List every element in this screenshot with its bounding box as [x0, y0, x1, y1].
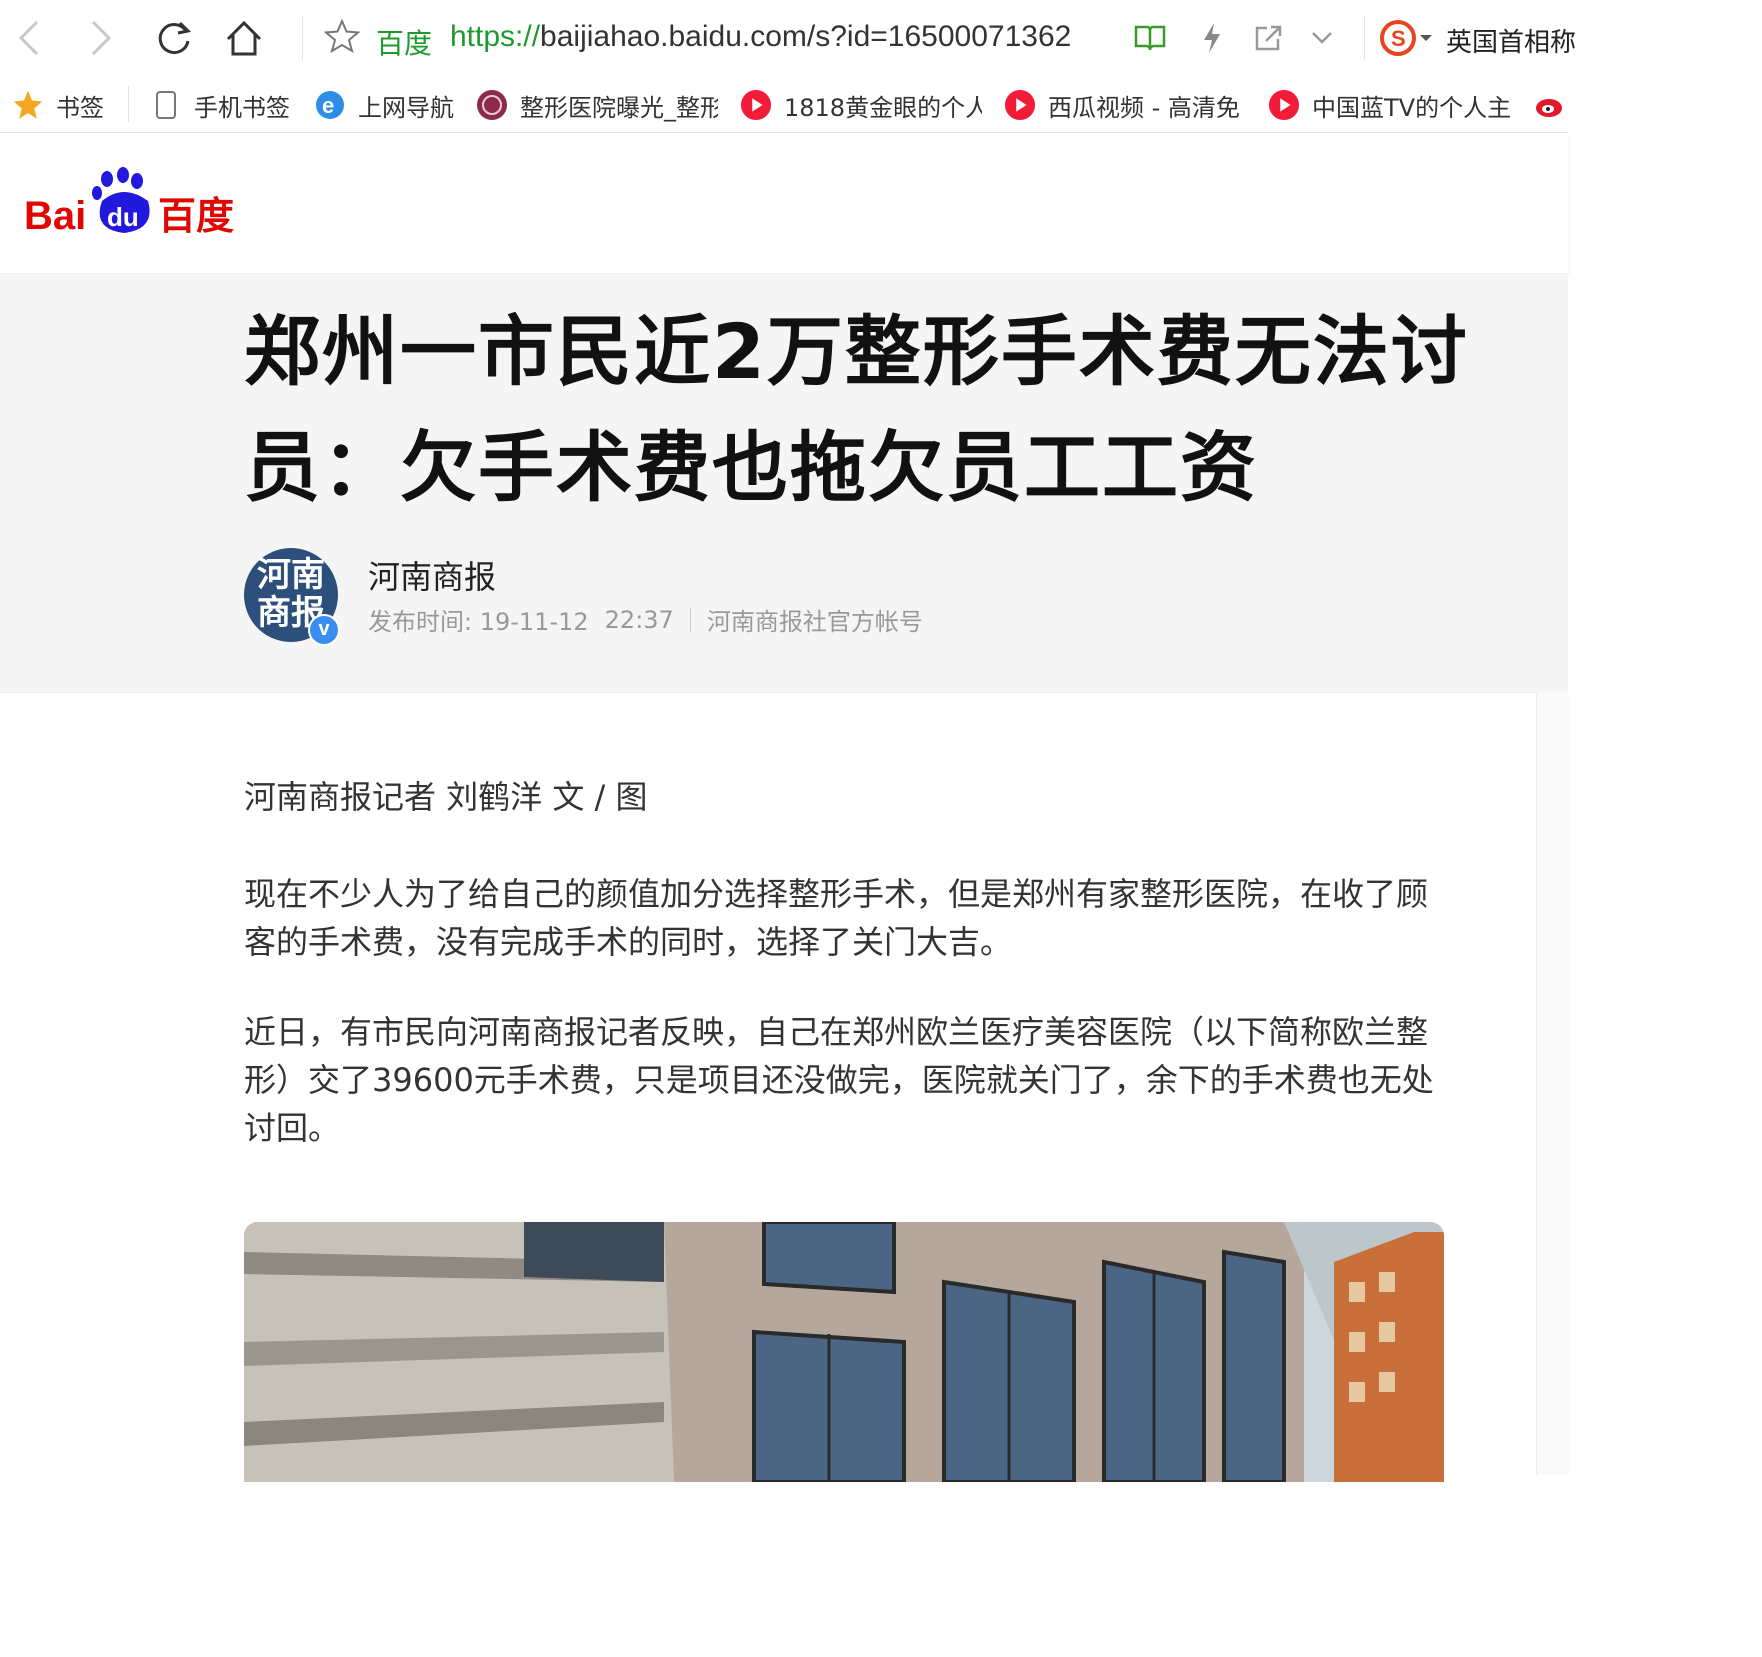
phone-icon	[150, 89, 182, 121]
ie-icon: e	[314, 89, 346, 121]
bookmark-item[interactable]: 西瓜视频 - 高清免	[1004, 88, 1246, 122]
bookmark-label: 书签	[56, 93, 104, 122]
publish-date: 发布时间: 19-11-12	[368, 608, 589, 636]
bookmark-item[interactable]	[1534, 88, 1568, 122]
site-header: Bai du 百度	[0, 133, 1568, 273]
byline: 河南商报记者 刘鹤洋 文 / 图	[244, 778, 648, 816]
article-header: 郑州一市民近2万整形手术费无法讨 员：欠手术费也拖欠员工工资 河南 商报 v 河南…	[0, 274, 1568, 693]
bookmark-label: 手机书签	[194, 93, 290, 122]
bookmark-item[interactable]: 1818黄金眼的个人	[740, 88, 982, 122]
bookmark-label: 西瓜视频 - 高清免	[1048, 93, 1240, 122]
page-edge	[1536, 692, 1569, 1475]
sogou-icon[interactable]: S	[1380, 18, 1438, 62]
share-icon[interactable]	[1250, 20, 1286, 56]
star-icon	[12, 89, 44, 121]
video-icon	[1004, 89, 1036, 121]
video-icon	[1268, 89, 1300, 121]
url-protocol: https://	[450, 20, 541, 53]
bookmark-item[interactable]: 整形医院曝光_整形	[476, 88, 718, 122]
paragraph: 近日，有市民向河南商报记者反映，自己在郑州欧兰医疗美容医院（以下简称欧兰整形）交…	[244, 1013, 1434, 1147]
bookmark-item[interactable]: 书签	[12, 88, 122, 122]
article-photo[interactable]	[244, 1222, 1444, 1482]
account-description: 河南商报社官方帐号	[706, 608, 923, 636]
url-path: baijiahao.baidu.com/s?id=16500071362	[540, 20, 1072, 53]
svg-text:du: du	[107, 202, 139, 232]
toolbar-divider	[1364, 16, 1365, 60]
bookmark-item[interactable]: e 上网导航	[314, 88, 462, 122]
bookmark-label: 中国蓝TV的个人主	[1312, 93, 1510, 122]
reader-icon[interactable]	[1132, 20, 1168, 56]
article-meta: 发布时间: 19-11-12 22:37 河南商报社官方帐号	[368, 602, 923, 637]
forward-icon[interactable]	[76, 14, 124, 62]
svg-text:e: e	[322, 93, 334, 118]
svg-text:百度: 百度	[158, 194, 234, 238]
paragraph: 现在不少人为了给自己的颜值加分选择整形手术，但是郑州有家整形医院，在收了顾客的手…	[244, 875, 1429, 961]
author-name[interactable]: 河南商报	[368, 552, 496, 598]
title-line: 员：欠手术费也拖欠员工工资	[244, 423, 1258, 512]
title-line: 郑州一市民近2万整形手术费无法讨	[244, 307, 1469, 396]
page-title: 郑州一市民近2万整形手术费无法讨 员：欠手术费也拖欠员工工资	[244, 294, 1644, 526]
chevron-down-icon[interactable]	[1304, 20, 1340, 56]
bookmark-label: 1818黄金眼的个人	[784, 93, 982, 122]
toolbar-divider	[302, 16, 303, 60]
home-icon[interactable]	[220, 14, 268, 62]
meta-divider	[689, 607, 691, 632]
refresh-icon[interactable]	[150, 14, 198, 62]
bookmark-label: 整形医院曝光_整形	[520, 93, 718, 122]
bookmark-label: 上网导航	[358, 93, 454, 122]
lightning-icon[interactable]	[1194, 20, 1230, 56]
site-name: 百度	[376, 28, 433, 59]
clinic-icon	[476, 89, 508, 121]
back-icon[interactable]	[6, 14, 54, 62]
bookmark-item[interactable]: 手机书签	[150, 88, 300, 122]
video-icon	[740, 89, 772, 121]
publish-time: 22:37	[604, 605, 674, 634]
search-input[interactable]: 英国首相称	[1446, 22, 1576, 59]
bookmark-divider	[128, 86, 129, 122]
url-input[interactable]: https://baijiahao.baidu.com/s?id=1650007…	[450, 20, 1090, 54]
weibo-icon	[1534, 89, 1566, 121]
article-body: 河南商报记者 刘鹤洋 文 / 图 现在不少人为了给自己的颜值加分选择整形手术，但…	[244, 770, 1444, 1194]
svg-text:Bai: Bai	[24, 194, 86, 238]
verified-badge-icon: v	[308, 614, 340, 646]
address-bar: 百度 https://baijiahao.baidu.com/s?id=1650…	[0, 0, 1576, 77]
svg-text:S: S	[1391, 26, 1406, 51]
star-icon[interactable]	[323, 18, 361, 58]
baidu-logo[interactable]: Bai du 百度	[24, 167, 234, 243]
bookmark-item[interactable]: 中国蓝TV的个人主	[1268, 88, 1510, 122]
bookmarks-bar: 书签 手机书签 e 上网导航 整形医院曝光_整形 1818黄金眼的个人 西瓜视频…	[0, 76, 1568, 133]
